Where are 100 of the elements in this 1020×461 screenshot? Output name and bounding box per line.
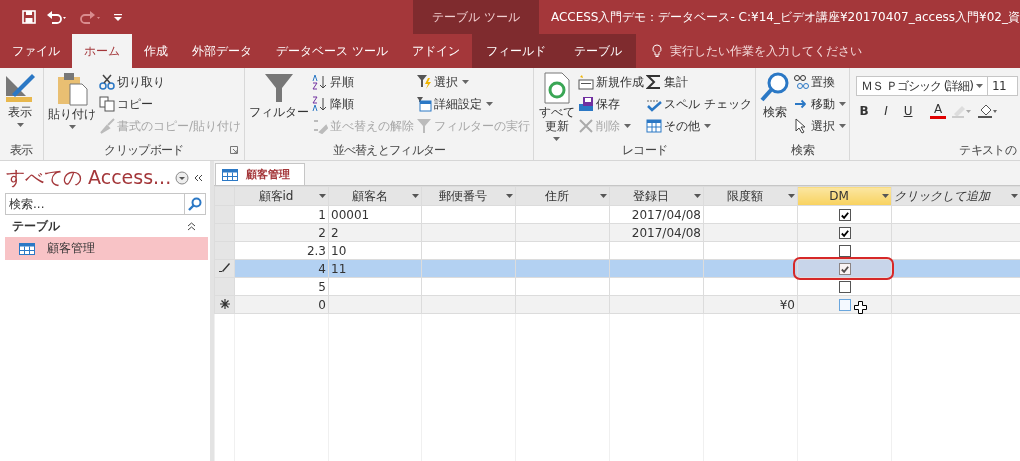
caret-icon <box>68 124 76 129</box>
ruler-pencil-icon <box>4 72 36 104</box>
table-cell: 2.3 <box>306 243 326 258</box>
column-header[interactable]: DM <box>797 186 892 206</box>
save-icon <box>578 96 595 112</box>
collapse-pane-icon[interactable] <box>193 173 204 183</box>
copy-icon <box>99 96 115 112</box>
pencil-icon <box>218 261 231 273</box>
caret-icon <box>16 122 24 127</box>
ribbon-tab[interactable]: 作成 <box>132 34 180 68</box>
navigation-item[interactable]: 顧客管理 <box>5 237 208 260</box>
table-cell: 2017/04/08 <box>631 225 701 240</box>
sigma-icon <box>646 74 663 90</box>
sort-descending-icon <box>312 96 329 112</box>
sort-ascending-icon <box>312 74 329 90</box>
dialog-launcher-icon[interactable] <box>230 146 239 154</box>
format-button[interactable]: U <box>900 103 917 118</box>
ribbon-button[interactable]: 選択 <box>415 72 532 92</box>
ribbon-button[interactable]: 置換 <box>792 72 848 92</box>
caret-icon <box>694 194 701 198</box>
table-cell: ¥0 <box>779 297 795 312</box>
column-header[interactable]: 顧客名 <box>328 186 422 206</box>
column-header[interactable]: 登録日 <box>609 186 704 206</box>
ribbon-large-button[interactable]: 表示 <box>2 72 38 127</box>
column-header[interactable]: 顧客id <box>234 186 329 206</box>
group-label: テキストの <box>959 141 1016 159</box>
ribbon-button[interactable]: コピー <box>98 94 243 114</box>
format-button[interactable]: I <box>878 103 895 118</box>
ribbon-tab[interactable]: ホーム <box>72 34 132 68</box>
table-cell: 00001 <box>331 207 370 222</box>
caret-icon <box>412 194 419 198</box>
tell-me-field[interactable]: 実行したい作業を入力してください <box>667 43 932 59</box>
ribbon-tab[interactable]: アドイン <box>399 34 472 68</box>
ribbon-button[interactable]: 新規作成 <box>577 72 646 92</box>
window-title: ACCESS入門デモ：データベース- C:¥14_ビデオ講座¥20170407_access入門¥02_資 <box>549 8 1020 26</box>
table-icon <box>19 242 35 255</box>
refresh-icon <box>542 72 571 104</box>
format-button[interactable]: B <box>856 103 873 118</box>
ribbon-button[interactable]: 保存 <box>577 94 646 114</box>
group-label: 並べ替えとフィルター <box>332 141 446 159</box>
save-icon[interactable] <box>22 10 36 24</box>
caret-icon <box>976 84 984 88</box>
checkbox[interactable] <box>838 209 851 221</box>
ribbon-button[interactable]: 集計 <box>645 72 754 92</box>
ribbon-tab[interactable]: フィールド <box>471 34 560 68</box>
table-cell: 11 <box>331 261 347 276</box>
collapse-chevron-icon[interactable] <box>187 222 196 231</box>
customize-caret-icon[interactable] <box>114 12 122 22</box>
caret-icon <box>1011 194 1018 198</box>
grid-icon <box>646 118 663 134</box>
checkbox[interactable] <box>838 245 851 257</box>
ribbon-large-button[interactable]: すべて更新 <box>536 72 578 141</box>
ribbon-tab[interactable]: データベース ツール <box>264 34 400 68</box>
new-record-icon <box>578 74 595 90</box>
checkbox[interactable] <box>838 263 851 275</box>
column-header[interactable]: 限度額 <box>703 186 798 206</box>
checkbox[interactable] <box>838 281 851 293</box>
caret-icon <box>839 124 847 128</box>
format-button[interactable]: A <box>930 102 947 119</box>
font-size-field[interactable]: 11 <box>988 76 1019 96</box>
scissors-icon <box>99 74 115 90</box>
caret-icon <box>704 124 712 128</box>
ribbon-button[interactable]: 昇順 <box>311 72 416 92</box>
ribbon-large-button[interactable]: 検索 <box>758 72 793 120</box>
ribbon-button[interactable]: 降順 <box>311 94 416 114</box>
funnel-icon <box>416 118 433 134</box>
lightbulb-icon <box>651 44 662 58</box>
column-header[interactable]: 住所 <box>515 186 610 206</box>
ribbon-button[interactable]: スペル チェック <box>645 94 754 114</box>
ribbon-large-button[interactable]: フィルター <box>247 72 312 120</box>
document-tab[interactable]: 顧客管理 <box>215 163 305 185</box>
caret-icon <box>486 102 494 106</box>
ribbon-button[interactable]: その他 <box>645 116 754 136</box>
ribbon-tab[interactable]: ファイル <box>0 34 72 68</box>
navigation-pane-title[interactable]: すべての Access... <box>6 165 172 191</box>
search-field[interactable]: 検索... <box>5 193 184 215</box>
caret-icon <box>319 194 326 198</box>
ribbon-tab[interactable]: 外部データ <box>180 34 264 68</box>
section-header[interactable]: テーブル <box>12 218 60 235</box>
checkbox[interactable] <box>838 227 851 239</box>
contextual-tab-group-label: テーブル ツール <box>412 0 539 34</box>
dropdown-circle-icon[interactable] <box>175 171 190 185</box>
checkbox[interactable] <box>838 299 851 311</box>
ribbon-button[interactable]: 切り取り <box>98 72 243 92</box>
funnel-window-icon <box>416 96 433 112</box>
column-header[interactable]: クリックして追加 <box>891 186 1020 206</box>
table-icon <box>222 168 238 181</box>
table-cell: 1 <box>318 207 326 222</box>
font-name-field[interactable]: ＭＳ Ｐゴシック (詳細) <box>856 76 989 96</box>
ribbon-button[interactable]: 選択 <box>792 116 848 136</box>
replace-icon <box>793 74 810 90</box>
ribbon-button[interactable]: 移動 <box>792 94 848 114</box>
ribbon-tab[interactable]: テーブル <box>559 34 636 68</box>
search-icon[interactable] <box>184 193 206 215</box>
caret-icon <box>600 194 607 198</box>
caret-icon <box>839 102 847 106</box>
group-label: 検索 <box>791 141 814 159</box>
ribbon-large-button[interactable]: 貼り付け <box>46 72 98 129</box>
ribbon-button[interactable]: 詳細設定 <box>415 94 532 114</box>
column-header[interactable]: 郵便番号 <box>421 186 516 206</box>
